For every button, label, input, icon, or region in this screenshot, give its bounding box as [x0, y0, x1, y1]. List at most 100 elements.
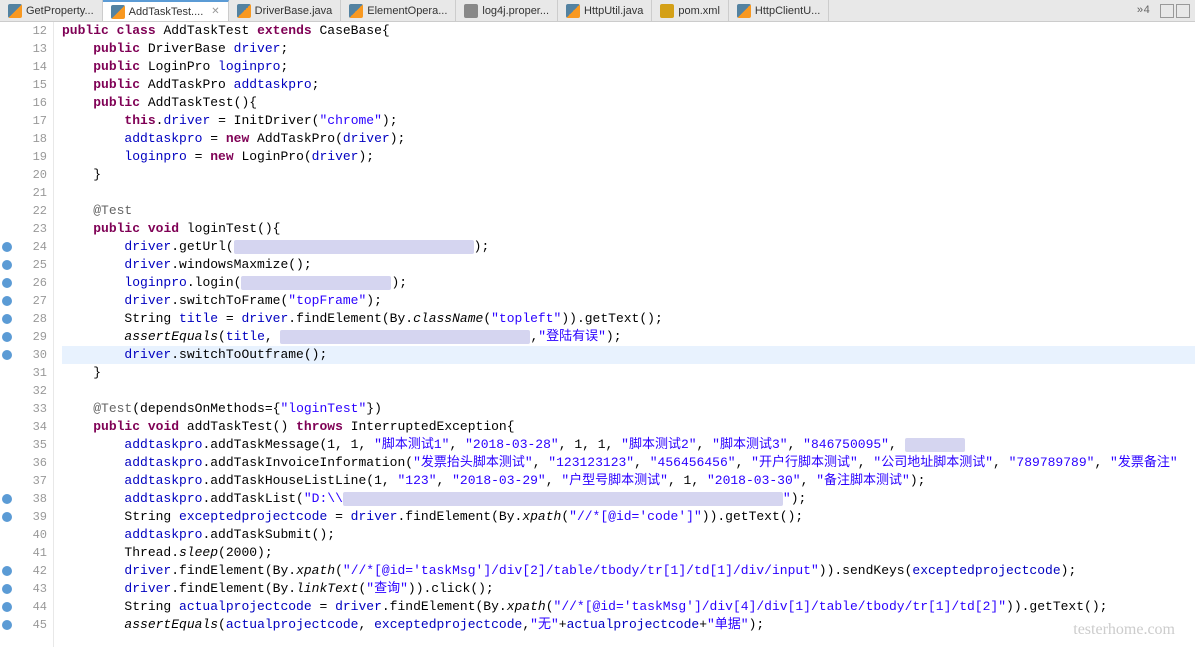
tab-7[interactable]: HttpClientU... — [729, 0, 829, 21]
line-number: 29 — [14, 328, 47, 346]
line-number: 24 — [14, 238, 47, 256]
tab-3[interactable]: ElementOpera... — [341, 0, 456, 21]
line-number: 16 — [14, 94, 47, 112]
breakpoint-marker[interactable] — [2, 314, 12, 324]
code-line[interactable] — [62, 382, 1195, 400]
line-number: 31 — [14, 364, 47, 382]
code-line[interactable]: assertEquals(title, ,"登陆有误"); — [62, 328, 1195, 346]
code-line[interactable]: addtaskpro.addTaskHouseListLine(1, "123"… — [62, 472, 1195, 490]
code-line[interactable]: addtaskpro = new AddTaskPro(driver); — [62, 130, 1195, 148]
line-number: 34 — [14, 418, 47, 436]
code-line[interactable]: String actualprojectcode = driver.findEl… — [62, 598, 1195, 616]
breakpoint-marker[interactable] — [2, 620, 12, 630]
tab-label: pom.xml — [678, 5, 720, 17]
code-line[interactable]: public DriverBase driver; — [62, 40, 1195, 58]
code-line[interactable]: driver.windowsMaxmize(); — [62, 256, 1195, 274]
code-line[interactable]: addtaskpro.addTaskInvoiceInformation("发票… — [62, 454, 1195, 472]
code-line[interactable]: @Test — [62, 202, 1195, 220]
line-number: 27 — [14, 292, 47, 310]
code-line[interactable]: driver.getUrl(); — [62, 238, 1195, 256]
breakpoint-marker[interactable] — [2, 602, 12, 612]
line-number: 42 — [14, 562, 47, 580]
code-line[interactable]: this.driver = InitDriver("chrome"); — [62, 112, 1195, 130]
code-line[interactable]: driver.findElement(By.xpath("//*[@id='ta… — [62, 562, 1195, 580]
code-line[interactable]: driver.findElement(By.linkText("查询")).cl… — [62, 580, 1195, 598]
code-line[interactable]: String exceptedprojectcode = driver.find… — [62, 508, 1195, 526]
java-file-icon — [737, 4, 751, 18]
java-file-icon — [349, 4, 363, 18]
code-line[interactable]: } — [62, 166, 1195, 184]
line-number: 37 — [14, 472, 47, 490]
line-number: 26 — [14, 274, 47, 292]
code-line[interactable]: public AddTaskTest(){ — [62, 94, 1195, 112]
line-number: 23 — [14, 220, 47, 238]
code-line[interactable]: assertEquals(actualprojectcode, excepted… — [62, 616, 1195, 634]
line-number: 45 — [14, 616, 47, 634]
tab-label: DriverBase.java — [255, 5, 333, 17]
breakpoint-marker[interactable] — [2, 260, 12, 270]
code-line[interactable]: loginpro = new LoginPro(driver); — [62, 148, 1195, 166]
breakpoint-marker[interactable] — [2, 494, 12, 504]
breakpoint-marker[interactable] — [2, 296, 12, 306]
code-line[interactable]: addtaskpro.addTaskSubmit(); — [62, 526, 1195, 544]
code-editor[interactable]: 1213141516171819202122232425262728293031… — [0, 22, 1195, 647]
tab-4[interactable]: log4j.proper... — [456, 0, 558, 21]
breakpoint-marker[interactable] — [2, 350, 12, 360]
line-number: 15 — [14, 76, 47, 94]
tab-label: HttpUtil.java — [584, 5, 643, 17]
maximize-icon[interactable] — [1176, 4, 1190, 18]
code-line[interactable]: String title = driver.findElement(By.cla… — [62, 310, 1195, 328]
line-number: 33 — [14, 400, 47, 418]
tab-6[interactable]: pom.xml — [652, 0, 729, 21]
code-line[interactable]: addtaskpro.addTaskList("D:\\"); — [62, 490, 1195, 508]
code-line[interactable]: public LoginPro loginpro; — [62, 58, 1195, 76]
tab-2[interactable]: DriverBase.java — [229, 0, 342, 21]
breakpoint-marker[interactable] — [2, 584, 12, 594]
tab-label: GetProperty... — [26, 5, 94, 17]
line-number: 38 — [14, 490, 47, 508]
code-line[interactable]: public AddTaskPro addtaskpro; — [62, 76, 1195, 94]
line-number: 25 — [14, 256, 47, 274]
tab-label: ElementOpera... — [367, 5, 447, 17]
tab-5[interactable]: HttpUtil.java — [558, 0, 652, 21]
code-line[interactable]: public void addTaskTest() throws Interru… — [62, 418, 1195, 436]
minimize-icon[interactable] — [1160, 4, 1174, 18]
close-icon[interactable]: ✕ — [211, 6, 219, 17]
tab-0[interactable]: GetProperty... — [0, 0, 103, 21]
code-line[interactable]: public void loginTest(){ — [62, 220, 1195, 238]
code-line[interactable]: public class AddTaskTest extends CaseBas… — [62, 22, 1195, 40]
line-number: 28 — [14, 310, 47, 328]
line-number: 17 — [14, 112, 47, 130]
line-number: 13 — [14, 40, 47, 58]
code-line[interactable]: driver.switchToFrame("topFrame"); — [62, 292, 1195, 310]
code-line[interactable]: @Test(dependsOnMethods={"loginTest"}) — [62, 400, 1195, 418]
line-number: 30 — [14, 346, 47, 364]
code-area[interactable]: public class AddTaskTest extends CaseBas… — [54, 22, 1195, 647]
line-number: 35 — [14, 436, 47, 454]
code-line[interactable]: } — [62, 364, 1195, 382]
tab-label: HttpClientU... — [755, 5, 820, 17]
tab-1[interactable]: AddTaskTest.... ✕ — [103, 0, 229, 21]
breakpoint-marker[interactable] — [2, 332, 12, 342]
breakpoint-marker[interactable] — [2, 512, 12, 522]
code-line[interactable]: driver.switchToOutframe(); — [62, 346, 1195, 364]
line-number: 18 — [14, 130, 47, 148]
line-number: 14 — [14, 58, 47, 76]
breakpoint-marker[interactable] — [2, 278, 12, 288]
breakpoint-marker[interactable] — [2, 566, 12, 576]
line-number: 19 — [14, 148, 47, 166]
code-line[interactable]: loginpro.login(); — [62, 274, 1195, 292]
line-number: 20 — [14, 166, 47, 184]
line-numbers-gutter: 1213141516171819202122232425262728293031… — [14, 22, 54, 647]
line-number: 43 — [14, 580, 47, 598]
tab-label: AddTaskTest.... — [129, 6, 204, 18]
code-line[interactable]: Thread.sleep(2000); — [62, 544, 1195, 562]
tabs-overflow[interactable]: »4 — [1127, 5, 1160, 17]
line-number: 12 — [14, 22, 47, 40]
code-line[interactable] — [62, 184, 1195, 202]
java-file-icon — [8, 4, 22, 18]
breakpoint-marker[interactable] — [2, 242, 12, 252]
line-number: 32 — [14, 382, 47, 400]
editor-tabs: GetProperty... AddTaskTest.... ✕ DriverBase… — [0, 0, 1195, 22]
code-line[interactable]: addtaskpro.addTaskMessage(1, 1, "脚本测试1",… — [62, 436, 1195, 454]
